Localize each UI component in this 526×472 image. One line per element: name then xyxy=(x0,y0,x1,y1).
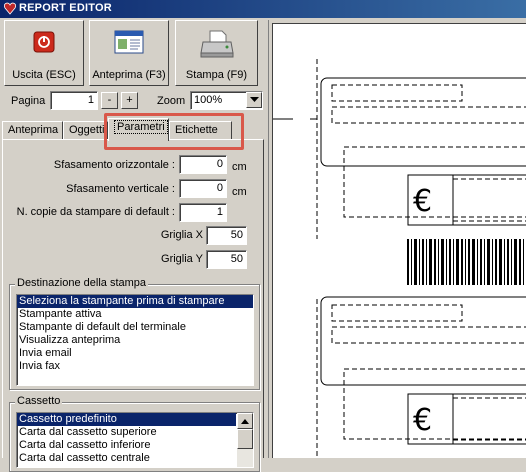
print-button-label: Stampa (F9) xyxy=(185,69,248,81)
parametri-panel: Sfasamento orizzontale : 0 cm Sfasamento… xyxy=(2,139,264,472)
tray-group: Cassetto Cassetto predefinito Carta dal … xyxy=(9,395,260,472)
page-prev-button[interactable]: - xyxy=(101,92,118,109)
page-value: 1 xyxy=(87,94,94,106)
destination-listbox[interactable]: Seleziona la stampante prima di stampare… xyxy=(16,294,254,386)
destination-item[interactable]: Stampante di default del terminale xyxy=(17,321,253,334)
copies-value: 1 xyxy=(216,206,223,218)
tab-etichette[interactable]: Etichette xyxy=(169,121,232,140)
tray-item[interactable]: Carta dal cassetto inferiore xyxy=(17,439,253,452)
destination-group: Destinazione della stampa Seleziona la s… xyxy=(9,277,260,390)
destination-item[interactable]: Visualizza anteprima xyxy=(17,334,253,347)
tab-anteprima[interactable]: Anteprima xyxy=(2,121,63,140)
preview-button[interactable]: Anteprima (F3) xyxy=(89,20,169,86)
preview-page: € € xyxy=(272,23,526,458)
print-button[interactable]: Stampa (F9) xyxy=(175,20,258,86)
destination-item[interactable]: Seleziona la stampante prima di stampare xyxy=(17,295,253,308)
grid-x-input[interactable]: 50 xyxy=(206,226,247,245)
tab-anteprima-label: Anteprima xyxy=(8,124,59,136)
tray-item[interactable]: Carta dal cassetto centrale xyxy=(17,452,253,465)
destination-item[interactable]: Stampante attiva xyxy=(17,308,253,321)
tab-parametri-label: Parametri xyxy=(114,120,168,134)
tab-etichette-label: Etichette xyxy=(175,124,218,136)
copies-input[interactable]: 1 xyxy=(179,203,227,222)
offset-v-input[interactable]: 0 xyxy=(179,179,227,198)
scroll-thumb[interactable] xyxy=(237,429,253,449)
currency-symbol-1: € xyxy=(413,184,432,219)
offset-v-label: Sfasamento verticale : xyxy=(66,183,175,195)
zoom-value: 100% xyxy=(194,94,223,106)
tray-title: Cassetto xyxy=(15,395,63,407)
zoom-dropdown-button[interactable] xyxy=(246,92,262,108)
offset-v-value: 0 xyxy=(216,182,223,194)
tab-oggetti-label: Oggetti xyxy=(69,124,105,136)
offset-v-unit: cm xyxy=(232,186,247,198)
offset-h-unit: cm xyxy=(232,161,247,173)
destination-item[interactable]: Invia fax xyxy=(17,360,253,373)
chevron-down-icon xyxy=(249,97,259,102)
chevron-up-icon xyxy=(241,419,249,424)
report-preview: € € xyxy=(268,20,526,458)
tray-item[interactable]: Carta dal cassetto superiore xyxy=(17,426,253,439)
title-bar: REPORT EDITOR xyxy=(0,0,526,18)
destination-item[interactable]: Invia email xyxy=(17,347,253,360)
tab-oggetti[interactable]: Oggetti xyxy=(63,121,108,140)
grid-y-input[interactable]: 50 xyxy=(206,250,247,269)
offset-h-input[interactable]: 0 xyxy=(179,155,227,174)
printer-icon xyxy=(199,30,234,58)
window-title: REPORT EDITOR xyxy=(19,2,112,14)
offset-h-value: 0 xyxy=(216,158,223,170)
grid-x-value: 50 xyxy=(230,229,243,241)
barcode-1 xyxy=(407,239,524,285)
grid-x-label: Griglia X xyxy=(160,229,203,241)
destination-title: Destinazione della stampa xyxy=(15,277,149,289)
preview-window-icon xyxy=(114,30,144,54)
page-next-label: + xyxy=(126,94,133,106)
exit-button[interactable]: Uscita (ESC) xyxy=(4,20,84,86)
currency-symbol-2: € xyxy=(413,403,432,438)
page-next-button[interactable]: + xyxy=(121,92,138,109)
scroll-up-button[interactable] xyxy=(237,413,253,429)
page-input[interactable]: 1 xyxy=(50,91,98,110)
tray-scrollbar[interactable] xyxy=(237,413,253,467)
exit-power-icon xyxy=(33,31,55,53)
tray-listbox[interactable]: Cassetto predefinito Carta dal cassetto … xyxy=(16,412,254,468)
page-prev-label: - xyxy=(107,94,112,106)
preview-button-label: Anteprima (F3) xyxy=(92,69,166,81)
app-heart-icon xyxy=(4,2,16,15)
tray-item[interactable]: Cassetto predefinito xyxy=(17,413,236,426)
offset-h-label: Sfasamento orizzontale : xyxy=(53,159,175,171)
page-label: Pagina xyxy=(11,95,46,107)
grid-y-value: 50 xyxy=(230,253,243,265)
zoom-select[interactable]: 100% xyxy=(190,91,263,110)
copies-label: N. copie da stampare di default : xyxy=(16,206,175,218)
grid-y-label: Griglia Y xyxy=(161,253,203,265)
label-layout-drawing: € € xyxy=(273,59,526,458)
exit-button-label: Uscita (ESC) xyxy=(12,69,76,81)
tab-parametri[interactable]: Parametri xyxy=(108,118,169,141)
zoom-label: Zoom xyxy=(157,95,186,107)
